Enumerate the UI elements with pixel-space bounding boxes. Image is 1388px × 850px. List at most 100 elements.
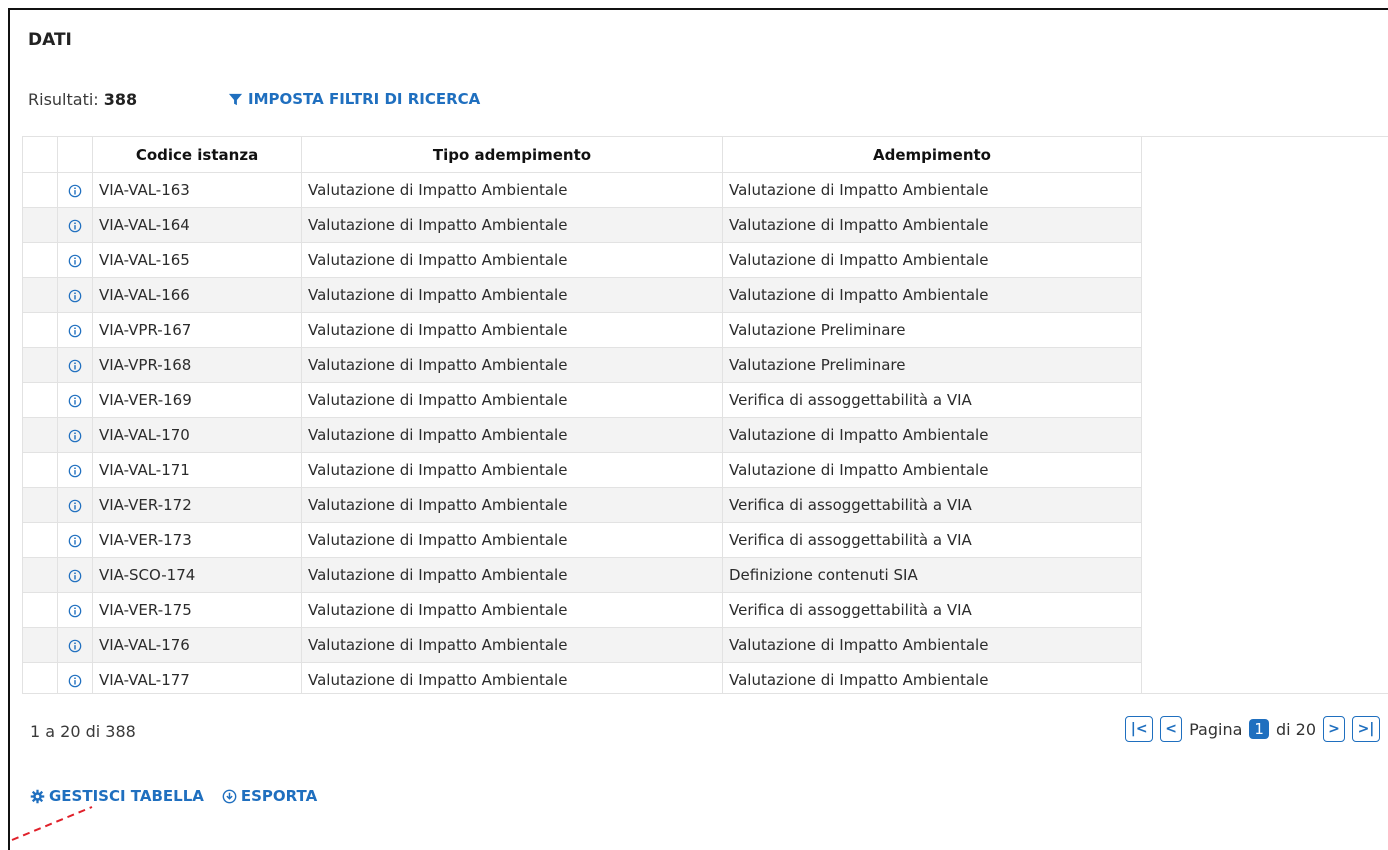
export-label: ESPORTA (240, 787, 318, 805)
info-icon[interactable] (68, 324, 82, 338)
cell-adempimento: Valutazione di Impatto Ambientale (722, 172, 1142, 208)
table-row[interactable]: VIA-VAL-164 Valutazione di Impatto Ambien… (23, 207, 1142, 243)
table-row[interactable]: VIA-VPR-168 Valutazione di Impatto Ambien… (23, 347, 1142, 383)
next-page-button[interactable]: > (1323, 716, 1345, 742)
cell-adempimento: Valutazione Preliminare (722, 312, 1142, 348)
col-header-adempimento[interactable]: Adempimento (722, 137, 1142, 173)
col-header-blank-2 (57, 137, 93, 173)
cell-adempimento: Valutazione di Impatto Ambientale (722, 207, 1142, 243)
row-info-cell (57, 452, 93, 488)
cell-adempimento: Verifica di assoggettabilità a VIA (722, 522, 1142, 558)
cell-codice-istanza: VIA-VAL-164 (92, 207, 302, 243)
cell-adempimento: Valutazione di Impatto Ambientale (722, 417, 1142, 453)
pagination-controls: |< < Pagina 1 di 20 > >| (1125, 716, 1380, 742)
prev-page-button[interactable]: < (1160, 716, 1183, 742)
cell-adempimento: Verifica di assoggettabilità a VIA (722, 382, 1142, 418)
table-row[interactable]: VIA-VER-169 Valutazione di Impatto Ambien… (23, 382, 1142, 418)
row-blank-cell (23, 487, 58, 523)
cell-adempimento: Verifica di assoggettabilità a VIA (722, 487, 1142, 523)
section-title: DATI (28, 30, 72, 50)
table-row[interactable]: VIA-VER-172 Valutazione di Impatto Ambien… (23, 487, 1142, 523)
page-label: Pagina (1189, 719, 1243, 739)
row-info-cell (57, 627, 93, 663)
table-body: VIA-VAL-163 Valutazione di Impatto Ambien… (23, 172, 1142, 693)
export-button[interactable]: ESPORTA (222, 787, 317, 805)
filter-link-label: IMPOSTA FILTRI DI RICERCA (248, 90, 481, 108)
cell-codice-istanza: VIA-VAL-176 (92, 627, 302, 663)
row-info-cell (57, 662, 93, 693)
col-header-blank-1 (23, 137, 58, 173)
info-icon[interactable] (68, 394, 82, 408)
cell-tipo-adempimento: Valutazione di Impatto Ambientale (301, 207, 723, 243)
table-row[interactable]: VIA-VAL-176 Valutazione di Impatto Ambien… (23, 627, 1142, 663)
cell-codice-istanza: VIA-VAL-165 (92, 242, 302, 278)
cell-tipo-adempimento: Valutazione di Impatto Ambientale (301, 382, 723, 418)
info-icon[interactable] (68, 674, 82, 688)
row-blank-cell (23, 627, 58, 663)
cell-adempimento: Valutazione di Impatto Ambientale (722, 242, 1142, 278)
cell-codice-istanza: VIA-VAL-163 (92, 172, 302, 208)
cell-codice-istanza: VIA-VAL-166 (92, 277, 302, 313)
row-blank-cell (23, 417, 58, 453)
current-page[interactable]: 1 (1249, 719, 1269, 739)
filter-icon (228, 93, 243, 105)
cell-codice-istanza: VIA-VER-175 (92, 592, 302, 628)
set-search-filters-link[interactable]: IMPOSTA FILTRI DI RICERCA (228, 90, 480, 108)
table-row[interactable]: VIA-VAL-163 Valutazione di Impatto Ambien… (23, 172, 1142, 208)
row-blank-cell (23, 452, 58, 488)
table-row[interactable]: VIA-VPR-167 Valutazione di Impatto Ambien… (23, 312, 1142, 348)
table-row[interactable]: VIA-VAL-165 Valutazione di Impatto Ambien… (23, 242, 1142, 278)
info-icon[interactable] (68, 184, 82, 198)
table-row[interactable]: VIA-VAL-170 Valutazione di Impatto Ambien… (23, 417, 1142, 453)
cell-codice-istanza: VIA-SCO-174 (92, 557, 302, 593)
info-icon[interactable] (68, 604, 82, 618)
col-header-tipo-adempimento[interactable]: Tipo adempimento (301, 137, 723, 173)
info-icon[interactable] (68, 569, 82, 583)
cell-tipo-adempimento: Valutazione di Impatto Ambientale (301, 522, 723, 558)
row-blank-cell (23, 382, 58, 418)
row-info-cell (57, 277, 93, 313)
cell-tipo-adempimento: Valutazione di Impatto Ambientale (301, 662, 723, 693)
row-blank-cell (23, 172, 58, 208)
info-icon[interactable] (68, 219, 82, 233)
info-icon[interactable] (68, 359, 82, 373)
row-info-cell (57, 592, 93, 628)
row-info-cell (57, 347, 93, 383)
row-blank-cell (23, 662, 58, 693)
cell-adempimento: Valutazione di Impatto Ambientale (722, 662, 1142, 693)
info-icon[interactable] (68, 639, 82, 653)
table-row[interactable]: VIA-VAL-166 Valutazione di Impatto Ambien… (23, 277, 1142, 313)
info-icon[interactable] (68, 254, 82, 268)
cell-tipo-adempimento: Valutazione di Impatto Ambientale (301, 417, 723, 453)
table-row[interactable]: VIA-VAL-171 Valutazione di Impatto Ambien… (23, 452, 1142, 488)
row-blank-cell (23, 242, 58, 278)
cell-codice-istanza: VIA-VER-172 (92, 487, 302, 523)
cell-tipo-adempimento: Valutazione di Impatto Ambientale (301, 312, 723, 348)
row-info-cell (57, 382, 93, 418)
first-page-button[interactable]: |< (1125, 716, 1154, 742)
row-info-cell (57, 242, 93, 278)
row-info-cell (57, 207, 93, 243)
info-icon[interactable] (68, 499, 82, 513)
table-row[interactable]: VIA-SCO-174 Valutazione di Impatto Ambien… (23, 557, 1142, 593)
row-info-cell (57, 172, 93, 208)
last-page-button[interactable]: >| (1352, 716, 1380, 742)
cell-adempimento: Valutazione di Impatto Ambientale (722, 627, 1142, 663)
info-icon[interactable] (68, 429, 82, 443)
data-table: Codice istanza Tipo adempimento Adempime… (23, 137, 1142, 693)
manage-table-button[interactable]: GESTISCI TABELLA (30, 787, 204, 805)
cell-adempimento: Valutazione di Impatto Ambientale (722, 452, 1142, 488)
table-row[interactable]: VIA-VER-175 Valutazione di Impatto Ambien… (23, 592, 1142, 628)
cell-codice-istanza: VIA-VPR-167 (92, 312, 302, 348)
cell-tipo-adempimento: Valutazione di Impatto Ambientale (301, 347, 723, 383)
table-row[interactable]: VIA-VER-173 Valutazione di Impatto Ambien… (23, 522, 1142, 558)
col-header-codice-istanza[interactable]: Codice istanza (92, 137, 302, 173)
info-icon[interactable] (68, 464, 82, 478)
table-row[interactable]: VIA-VAL-177 Valutazione di Impatto Ambien… (23, 662, 1142, 693)
download-circle-icon (222, 789, 237, 803)
cell-adempimento: Verifica di assoggettabilità a VIA (722, 592, 1142, 628)
pagination-range: 1 a 20 di 388 (30, 722, 136, 741)
results-count: Risultati: 388 (28, 90, 137, 109)
info-icon[interactable] (68, 534, 82, 548)
info-icon[interactable] (68, 289, 82, 303)
